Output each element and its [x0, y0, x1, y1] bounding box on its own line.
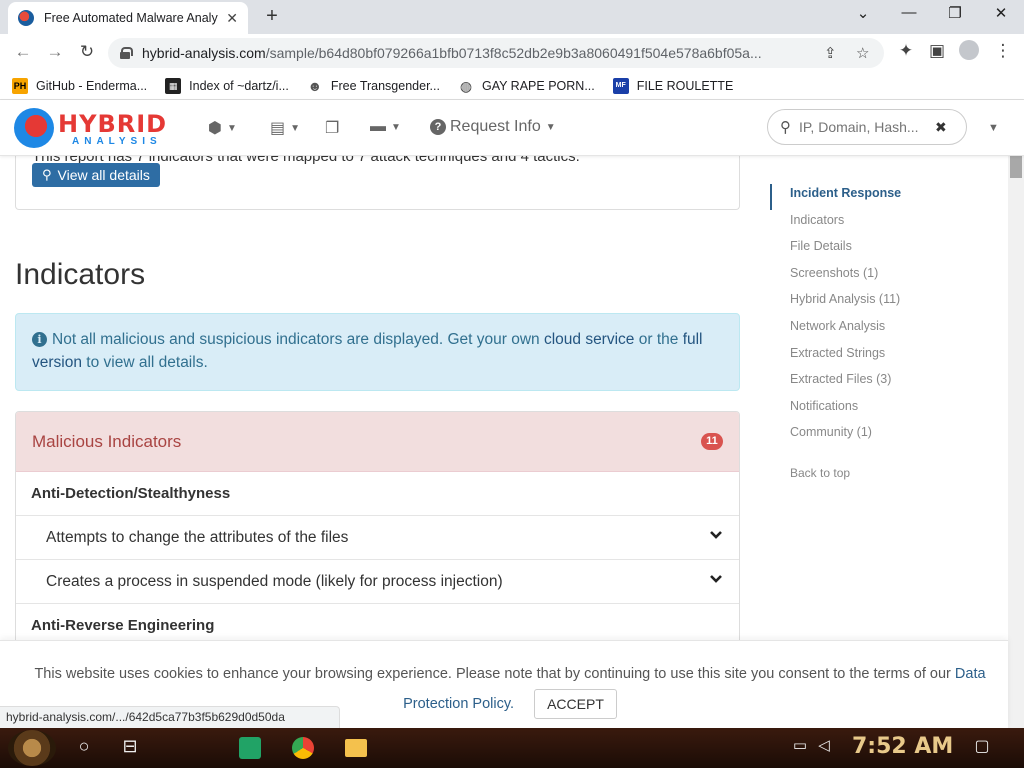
- site-search: ⚲ ✖: [767, 109, 967, 145]
- indicators-heading: Indicators: [15, 258, 146, 291]
- indicator-item[interactable]: Creates a process in suspended mode (lik…: [16, 560, 739, 604]
- header-dropdown-caret-icon[interactable]: ▼: [988, 122, 999, 134]
- bookmark-github[interactable]: PH GitHub - Enderma...: [12, 77, 147, 94]
- file-icon: ▤: [270, 120, 286, 137]
- network-icon[interactable]: ▭: [788, 736, 812, 754]
- globe-icon: ◍: [459, 77, 473, 94]
- reload-button[interactable]: ↻: [76, 42, 98, 62]
- nav-network-analysis[interactable]: Network Analysis: [770, 313, 990, 340]
- new-tab-button[interactable]: +: [260, 5, 284, 29]
- notifications-icon[interactable]: ▢: [970, 736, 994, 756]
- report-side-nav: Incident Response Indicators File Detail…: [770, 180, 990, 480]
- bookmark-globe-site[interactable]: ◍ GAY RAPE PORN...: [458, 78, 595, 94]
- mask-favicon-icon: ☻: [307, 77, 323, 94]
- clear-search-icon[interactable]: ✖: [935, 119, 947, 136]
- accept-cookies-button[interactable]: ACCEPT: [534, 689, 617, 719]
- address-bar[interactable]: hybrid-analysis.com/sample/b64d80bf07926…: [108, 38, 884, 68]
- category-anti-detection: Anti-Detection/Stealthyness: [16, 472, 739, 516]
- chevron-down-icon: ▼: [545, 121, 556, 133]
- url-text[interactable]: hybrid-analysis.com/sample/b64d80bf07926…: [142, 45, 802, 61]
- minimize-button[interactable]: —: [894, 4, 924, 21]
- nav-community[interactable]: Community (1): [770, 419, 990, 446]
- forward-button[interactable]: →: [44, 42, 66, 62]
- site-header: HYBRID ANALYSIS ⬢ ▼ ▤ ▼ ❐ ▬ ▼ ? Request Inf…: [0, 100, 1024, 156]
- nav-notifications[interactable]: Notifications: [770, 393, 990, 420]
- mf-favicon-icon: MF: [612, 77, 629, 94]
- back-to-top-link[interactable]: Back to top: [770, 466, 990, 480]
- extensions-icon[interactable]: ✦: [895, 41, 917, 61]
- reports-menu[interactable]: ❐: [325, 118, 339, 138]
- indicators-info-alert: i Not all malicious and suspicious indica…: [15, 313, 740, 391]
- browser-tab[interactable]: Free Automated Malware Analy ✕: [8, 2, 248, 34]
- search-icon: ⚲: [780, 119, 791, 136]
- chevron-down-icon: ▼: [290, 122, 301, 134]
- lock-icon: [120, 47, 133, 59]
- view-all-details-button[interactable]: ⚲ View all details: [32, 163, 160, 187]
- site-favicon-icon: [18, 10, 34, 26]
- close-tab-icon[interactable]: ✕: [226, 10, 238, 27]
- folder-icon: ▬: [370, 118, 386, 135]
- tab-search-icon[interactable]: ⌄: [848, 4, 878, 22]
- mitre-summary-card: This report has 7 indicators that were m…: [15, 156, 740, 210]
- search-icon: ⚲: [42, 167, 52, 182]
- nav-extracted-strings[interactable]: Extracted Strings: [770, 340, 990, 367]
- chevron-down-icon: ▼: [226, 122, 237, 134]
- browser-menu-icon[interactable]: ⋮: [992, 41, 1014, 61]
- share-icon[interactable]: ⇪: [824, 44, 837, 62]
- tab-title: Free Automated Malware Analy: [44, 11, 218, 25]
- task-view-icon[interactable]: ⊟: [118, 736, 142, 757]
- bookmark-file-roulette[interactable]: MF FILE ROULETTE: [612, 77, 733, 94]
- copy-icon: ❐: [325, 120, 340, 137]
- indicator-item[interactable]: Attempts to change the attributes of the…: [16, 516, 739, 560]
- ph-favicon-icon: PH: [12, 77, 28, 94]
- cloud-service-link[interactable]: cloud service: [544, 331, 634, 348]
- profile-avatar[interactable]: [958, 40, 980, 65]
- page-scrollbar[interactable]: [1008, 152, 1024, 728]
- nav-file-details[interactable]: File Details: [770, 233, 990, 260]
- bookmark-free-transgender[interactable]: ☻ Free Transgender...: [307, 78, 440, 94]
- sandbox-menu[interactable]: ⬢ ▼: [208, 118, 237, 138]
- chevron-down-icon[interactable]: [709, 528, 723, 542]
- search-input[interactable]: [799, 119, 929, 135]
- spreadsheet-app-icon[interactable]: [230, 732, 270, 764]
- search-circle-icon[interactable]: ○: [72, 736, 96, 757]
- close-window-button[interactable]: ✕: [986, 4, 1016, 22]
- info-icon: i: [32, 332, 47, 347]
- nav-screenshots[interactable]: Screenshots (1): [770, 260, 990, 287]
- malicious-indicators-header[interactable]: Malicious Indicators 11: [16, 412, 739, 472]
- back-button[interactable]: ←: [12, 42, 34, 62]
- question-circle-icon: ?: [430, 119, 446, 135]
- bookmark-star-icon[interactable]: ☆: [856, 44, 869, 62]
- restore-button[interactable]: ❐: [940, 4, 970, 22]
- bookmark-index-dartz[interactable]: ▦ Index of ~dartz/i...: [165, 77, 289, 94]
- chevron-down-icon: ▼: [391, 121, 401, 133]
- start-button[interactable]: [8, 730, 56, 766]
- logo-mark-icon: [14, 108, 54, 148]
- status-link-preview: hybrid-analysis.com/.../642d5ca77b3f5b62…: [0, 706, 340, 728]
- pixel-favicon-icon: ▦: [165, 77, 182, 94]
- nav-indicators[interactable]: Indicators: [770, 207, 990, 234]
- windows-taskbar: ○ ⊟ ▭ ◁ 7:52 AM ▢: [0, 728, 1024, 768]
- chrome-icon[interactable]: [283, 732, 323, 764]
- cookie-text: This website uses cookies to enhance you…: [34, 666, 951, 682]
- side-panel-icon[interactable]: ▣: [926, 41, 948, 61]
- nav-hybrid-analysis[interactable]: Hybrid Analysis (11): [770, 286, 990, 313]
- bookmarks-bar: PH GitHub - Enderma... ▦ Index of ~dartz…: [0, 72, 1024, 100]
- browser-toolbar: ← → ↻ hybrid-analysis.com/sample/b64d80b…: [0, 34, 1024, 72]
- file-explorer-icon[interactable]: [336, 732, 376, 764]
- taskbar-clock[interactable]: 7:52 AM: [852, 734, 953, 759]
- nav-incident-response[interactable]: Incident Response: [770, 180, 990, 207]
- panel-title: Malicious Indicators: [32, 431, 182, 451]
- file-menu[interactable]: ▤ ▼: [270, 118, 300, 138]
- folder-menu[interactable]: ▬ ▼: [370, 118, 401, 136]
- request-info-menu[interactable]: ? Request Info ▼: [430, 118, 556, 136]
- chevron-down-icon[interactable]: [709, 572, 723, 586]
- browser-tabstrip: Free Automated Malware Analy ✕ + ⌄ — ❐ ✕: [0, 0, 1024, 34]
- cube-icon: ⬢: [208, 120, 222, 137]
- volume-muted-icon[interactable]: ◁: [812, 736, 836, 754]
- hybrid-analysis-logo[interactable]: HYBRID ANALYSIS: [14, 106, 182, 150]
- indicator-count-badge: 11: [701, 433, 723, 450]
- active-nav-indicator: [770, 184, 772, 210]
- nav-extracted-files[interactable]: Extracted Files (3): [770, 366, 990, 393]
